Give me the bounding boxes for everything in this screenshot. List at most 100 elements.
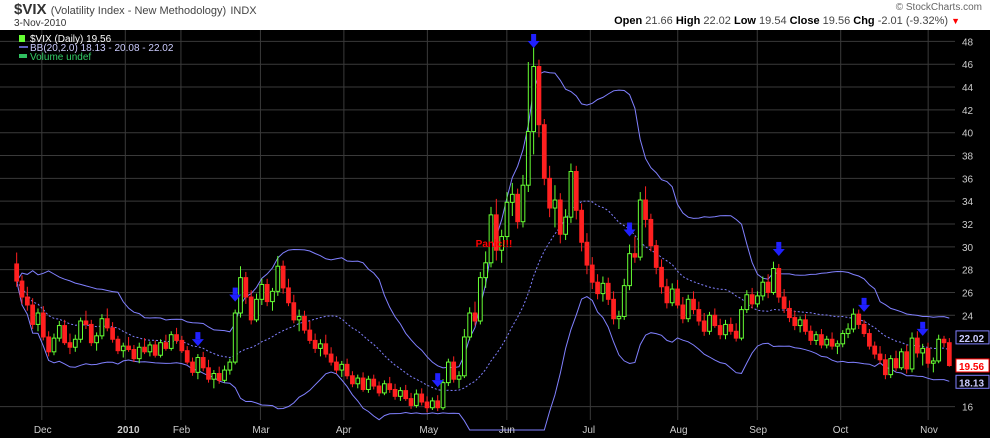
blue-arrow-icon	[776, 241, 782, 249]
candle-body	[24, 296, 30, 306]
candle-body	[691, 298, 696, 311]
candle-body	[168, 334, 174, 349]
candle-body	[589, 264, 595, 283]
candle-body	[621, 285, 627, 317]
y-tick-label: 30	[962, 243, 974, 254]
candle-body	[72, 338, 78, 348]
candle-body	[78, 320, 83, 340]
candle-body	[227, 361, 233, 371]
candle-body	[56, 325, 62, 339]
candle-body	[51, 337, 57, 353]
candle-body	[851, 313, 856, 330]
candle-body	[190, 361, 195, 373]
candle-body	[136, 346, 142, 360]
candle-body	[382, 383, 387, 394]
high-label: High	[675, 15, 701, 27]
candle-body	[163, 342, 169, 349]
candle-body	[861, 323, 867, 335]
candle-body	[323, 343, 329, 355]
low-value: 19.54	[759, 15, 787, 27]
candle-body	[131, 349, 137, 360]
candle-body	[797, 319, 803, 327]
candle-body	[445, 361, 451, 384]
blue-arrow-icon	[861, 297, 867, 305]
candle-body	[94, 335, 99, 344]
candle-body	[579, 209, 584, 243]
candle-body	[286, 287, 291, 304]
candle-body	[659, 266, 664, 288]
copyright[interactable]: © StockCharts.com	[896, 2, 982, 13]
price-chart[interactable]: 16 24 26 28 30 32 34 36 38 40 42 44 46 48 Dec 2010 Feb M…	[0, 30, 990, 438]
candle-body	[611, 298, 616, 320]
close-label: Close	[789, 15, 820, 27]
candle-body	[104, 318, 110, 329]
open-value: 21.66	[645, 15, 673, 27]
candle-body	[339, 363, 345, 371]
blue-arrow-icon	[627, 222, 633, 230]
candle-body	[819, 334, 824, 346]
candle-body	[302, 315, 307, 331]
candle-body	[925, 347, 931, 364]
candle-body	[440, 382, 446, 409]
symbol: $VIX	[14, 1, 47, 18]
candle-body	[552, 199, 558, 209]
candle-body	[701, 320, 707, 332]
candle-body	[632, 253, 638, 258]
candle-body	[675, 288, 680, 306]
candle-body	[813, 334, 819, 341]
candle-body	[728, 323, 734, 332]
candle-body	[328, 353, 334, 363]
y-tick-label: 36	[962, 174, 974, 185]
y-tick-label: 28	[962, 266, 974, 277]
price-tags: 22.02 19.56 18.13	[955, 330, 990, 389]
candle-body	[126, 345, 131, 351]
candle-body	[685, 298, 691, 320]
chart-date: 3-Nov-2010	[14, 18, 67, 29]
candle-body	[936, 338, 942, 362]
blue-arrow-icon	[435, 373, 441, 381]
candle-body	[904, 351, 910, 370]
candle-body	[424, 401, 430, 409]
candle-body	[483, 262, 489, 279]
x-tick-label: Aug	[670, 425, 688, 436]
candle-body	[477, 277, 483, 322]
blue-arrow-icon	[232, 287, 238, 295]
candle-body	[792, 317, 798, 327]
y-tick-label: 32	[962, 220, 974, 231]
candle-body	[605, 282, 611, 300]
candle-body	[707, 314, 712, 332]
candle-body	[531, 66, 536, 133]
candle-body	[616, 315, 622, 320]
legend-volume: Volume undef	[30, 52, 91, 63]
candle-body	[653, 245, 659, 268]
candle-body	[158, 342, 163, 356]
candle-body	[456, 375, 462, 380]
candle-body	[755, 295, 760, 305]
candle-body	[243, 277, 249, 298]
candle-body	[664, 286, 670, 304]
candle-body	[307, 329, 313, 341]
candle-body	[749, 294, 755, 305]
candle-body	[787, 307, 792, 319]
candle-body	[291, 302, 297, 321]
candle-body	[888, 358, 894, 376]
candle-body	[824, 338, 830, 346]
candle-body	[525, 131, 531, 186]
candle-body	[744, 294, 750, 311]
candle-body	[30, 304, 36, 325]
candle-body	[696, 309, 702, 322]
candle-body	[408, 398, 414, 406]
x-tick-label: May	[419, 425, 438, 436]
y-tick-label: 26	[962, 288, 974, 299]
candle-body	[472, 312, 478, 322]
candle-body	[946, 342, 952, 367]
candle-body	[515, 193, 521, 223]
candle-body	[909, 337, 915, 370]
candle-body	[600, 282, 606, 295]
candle-body	[899, 351, 904, 369]
candle-body	[200, 357, 206, 369]
candle-body	[739, 309, 744, 339]
candle-body	[504, 201, 510, 238]
price-tag-label: 18.13	[959, 378, 984, 389]
price-tag-label: 19.56	[959, 362, 984, 373]
